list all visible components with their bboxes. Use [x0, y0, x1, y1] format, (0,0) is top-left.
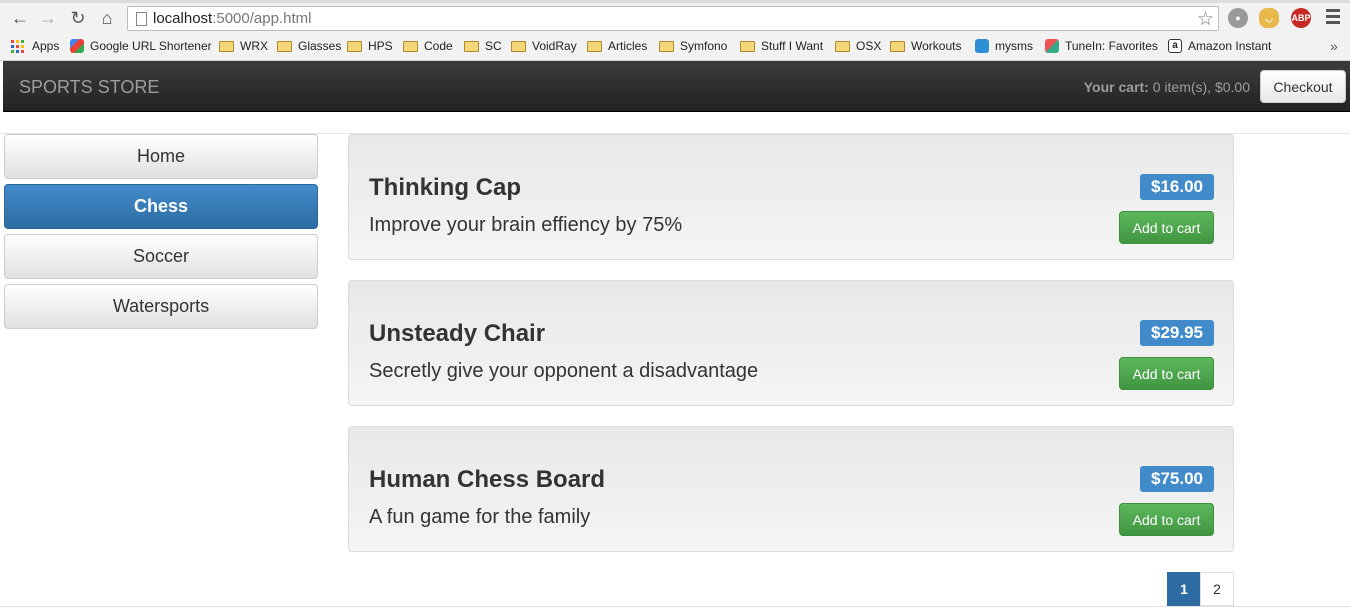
add-to-cart-button[interactable]: Add to cart — [1119, 503, 1214, 536]
product-card: Unsteady Chair Secretly give your oppone… — [348, 280, 1234, 406]
bookmark-sc[interactable]: SC — [464, 39, 502, 53]
checkout-button[interactable]: Checkout — [1260, 70, 1346, 103]
bookmark-code[interactable]: Code — [403, 39, 453, 53]
forward-icon[interactable]: → — [38, 8, 58, 28]
bookmark-amazon-instant[interactable]: a Amazon Instant — [1168, 39, 1271, 53]
folder-icon — [890, 40, 905, 52]
pagination: 1 2 — [1167, 572, 1234, 606]
bookmarks-overflow-icon[interactable]: » — [1330, 38, 1338, 54]
back-icon[interactable]: ← — [10, 8, 30, 28]
address-bar[interactable]: localhost:5000/app.html ☆ — [127, 6, 1219, 31]
bookmark-symfono[interactable]: Symfono — [659, 39, 727, 53]
bookmark-wrx[interactable]: WRX — [219, 39, 268, 53]
add-to-cart-button[interactable]: Add to cart — [1119, 211, 1214, 244]
folder-icon — [464, 40, 479, 52]
bookmark-voidray[interactable]: VoidRay — [511, 39, 577, 53]
amazon-icon: a — [1168, 39, 1182, 53]
extension-face-icon[interactable]: ◡ — [1259, 8, 1279, 28]
cart-summary: Your cart: 0 item(s), $0.00 — [1083, 79, 1250, 95]
bookmark-workouts[interactable]: Workouts — [890, 39, 961, 53]
page-1-button[interactable]: 1 — [1167, 572, 1201, 606]
bookmarks-bar: Apps Google URL Shortener WRX Glasses HP… — [0, 35, 1350, 57]
google-icon — [70, 39, 84, 53]
home-icon[interactable]: ⌂ — [97, 8, 117, 28]
tab-strip-edge — [0, 0, 1350, 3]
product-name: Human Chess Board — [369, 466, 606, 493]
product-name: Thinking Cap — [369, 174, 521, 201]
browser-chrome: ← → ↻ ⌂ localhost:5000/app.html ☆ ● ◡ AB… — [0, 0, 1350, 61]
category-home-button[interactable]: Home — [4, 134, 318, 179]
folder-icon — [740, 40, 755, 52]
folder-icon — [511, 40, 526, 52]
adblock-icon[interactable]: ABP — [1291, 8, 1311, 28]
product-description: Secretly give your opponent a disadvanta… — [369, 360, 759, 382]
bookmark-stuff-i-want[interactable]: Stuff I Want — [740, 39, 823, 53]
folder-icon — [219, 40, 234, 52]
bookmark-glasses[interactable]: Glasses — [277, 39, 341, 53]
footer-divider — [0, 606, 1350, 607]
mysms-icon — [975, 39, 989, 53]
apps-grid-icon — [11, 39, 24, 53]
bookmark-articles[interactable]: Articles — [587, 39, 647, 53]
bookmark-mysms[interactable]: mysms — [975, 39, 1033, 53]
bookmark-apps[interactable]: Apps — [11, 39, 59, 53]
folder-icon — [277, 40, 292, 52]
add-to-cart-button[interactable]: Add to cart — [1119, 357, 1214, 390]
category-soccer-button[interactable]: Soccer — [4, 234, 318, 279]
bookmark-osx[interactable]: OSX — [835, 39, 881, 53]
page-icon — [136, 12, 147, 26]
navbar: SPORTS STORE Your cart: 0 item(s), $0.00… — [3, 61, 1350, 112]
browser-menu-icon[interactable] — [1326, 9, 1340, 27]
product-name: Unsteady Chair — [369, 320, 546, 347]
url-text: localhost:5000/app.html — [153, 10, 312, 27]
product-card: Human Chess Board A fun game for the fam… — [348, 426, 1234, 552]
folder-icon — [347, 40, 362, 52]
bookmark-tunein[interactable]: TuneIn: Favorites — [1045, 39, 1158, 53]
folder-icon — [587, 40, 602, 52]
bookmark-hps[interactable]: HPS — [347, 39, 393, 53]
extension-balloon-icon[interactable]: ● — [1228, 8, 1248, 28]
folder-icon — [835, 40, 850, 52]
price-badge: $16.00 — [1140, 174, 1214, 200]
product-description: Improve your brain effiency by 75% — [369, 214, 683, 236]
page-2-button[interactable]: 2 — [1200, 572, 1234, 606]
category-chess-button[interactable]: Chess — [4, 184, 318, 229]
bookmark-google-url-shortener[interactable]: Google URL Shortener — [70, 39, 212, 53]
category-watersports-button[interactable]: Watersports — [4, 284, 318, 329]
price-badge: $29.95 — [1140, 320, 1214, 346]
tunein-icon — [1045, 39, 1059, 53]
price-badge: $75.00 — [1140, 466, 1214, 492]
bookmark-star-icon[interactable]: ☆ — [1197, 8, 1214, 31]
reload-icon[interactable]: ↻ — [68, 8, 88, 28]
product-card: Thinking Cap Improve your brain effiency… — [348, 134, 1234, 260]
folder-icon — [659, 40, 674, 52]
brand-title[interactable]: SPORTS STORE — [19, 77, 159, 98]
folder-icon — [403, 40, 418, 52]
product-description: A fun game for the family — [369, 506, 591, 528]
